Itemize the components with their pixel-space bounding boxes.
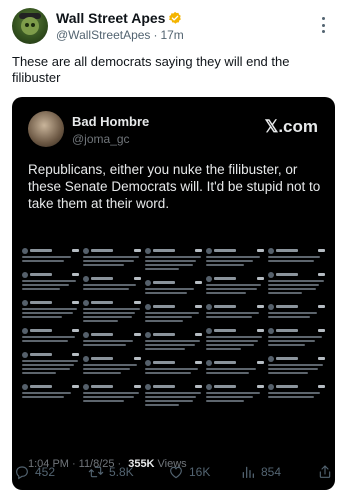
embedded-avatar [28, 111, 64, 147]
post-time[interactable]: 17m [160, 28, 183, 42]
collage-post-thumbnail [83, 247, 141, 266]
collage-post-thumbnail [206, 247, 264, 266]
collage-post-thumbnail [83, 355, 141, 374]
post-text: These are all democrats saying they will… [12, 54, 290, 85]
like-icon [170, 466, 182, 479]
share-button[interactable] [317, 464, 333, 480]
share-icon [319, 465, 331, 478]
collage-post-thumbnail [206, 359, 264, 374]
verified-badge-icon [169, 11, 182, 24]
like-count: 16K [189, 465, 211, 479]
collage-column [22, 247, 80, 449]
collage-post-thumbnail [22, 271, 80, 290]
retweet-button[interactable]: 5.8K [88, 464, 134, 480]
collage-post-thumbnail [206, 383, 264, 402]
like-button[interactable]: 16K [168, 464, 210, 480]
more-options-icon[interactable] [315, 14, 331, 36]
collage-post-thumbnail [144, 279, 203, 294]
embedded-author-name: Bad Hombre [72, 114, 150, 129]
collage-post-thumbnail [83, 299, 141, 322]
collage-post-thumbnail [144, 247, 203, 270]
embedded-author-handle: @joma_gc [72, 132, 130, 146]
collage-post-thumbnail [267, 327, 325, 346]
collage-column [83, 247, 141, 449]
collage-post-thumbnail [144, 383, 203, 406]
collage-post-thumbnail [206, 327, 264, 350]
collage-post-thumbnail [267, 355, 325, 374]
retweet-icon [88, 466, 104, 478]
collage-post-thumbnail [144, 359, 203, 374]
views-icon [242, 466, 254, 478]
collage-column [144, 247, 203, 449]
embedded-post-text: Republicans, either you nuke the filibus… [28, 162, 321, 211]
views-count: 854 [261, 465, 282, 479]
collage-post-thumbnail [267, 383, 325, 398]
post-actions: 452 5.8K 16K 854 [12, 464, 335, 484]
post-media-image[interactable]: Bad Hombre @joma_gc 𝕏.com Republicans, e… [12, 97, 335, 490]
collage-post-thumbnail [144, 331, 203, 350]
author-avatar[interactable] [12, 8, 48, 44]
collage-post-thumbnail [22, 327, 80, 342]
author-handle[interactable]: @WallStreetApes [56, 28, 150, 42]
collage-post-thumbnail [206, 303, 264, 318]
collage-post-thumbnail [83, 275, 141, 290]
reply-button[interactable]: 452 [14, 464, 55, 480]
author-name-row: Wall Street Apes [56, 10, 182, 26]
retweet-count: 5.8K [109, 465, 134, 479]
meta-separator: · [153, 28, 158, 42]
views-button[interactable]: 854 [240, 464, 281, 480]
collage-column [267, 247, 325, 449]
reply-icon [16, 466, 28, 480]
collage-post-thumbnail [22, 299, 80, 318]
author-name[interactable]: Wall Street Apes [56, 10, 165, 26]
post-header: Wall Street Apes @WallStreetApes · 17m [12, 8, 335, 44]
collage-post-thumbnail [22, 351, 80, 374]
collage-post-thumbnail [267, 303, 325, 318]
collage-post-thumbnail [144, 303, 203, 322]
reply-count: 452 [35, 465, 56, 479]
collage-post-thumbnail [22, 383, 80, 398]
embedded-screenshot-collage [22, 247, 325, 449]
x-logo: 𝕏.com [264, 117, 318, 136]
collage-post-thumbnail [206, 275, 264, 294]
author-meta: @WallStreetApes · 17m [56, 28, 184, 42]
collage-column [206, 247, 264, 449]
collage-post-thumbnail [267, 271, 325, 294]
embedded-post-header: Bad Hombre @joma_gc 𝕏.com [28, 111, 320, 151]
collage-post-thumbnail [267, 247, 325, 262]
collage-post-thumbnail [83, 383, 141, 402]
collage-post-thumbnail [83, 331, 141, 346]
collage-post-thumbnail [22, 247, 80, 262]
